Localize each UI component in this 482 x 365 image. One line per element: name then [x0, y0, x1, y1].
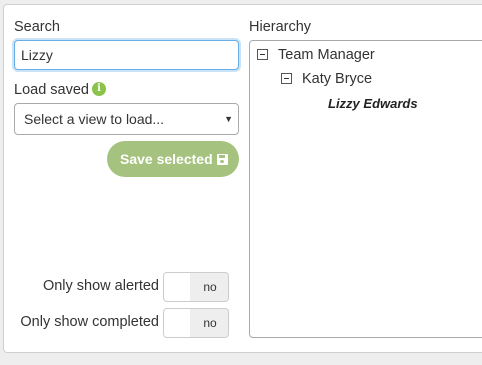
floppy-disk-icon	[216, 154, 228, 165]
filter-panel: Search Load saved i Select a view to loa…	[3, 4, 482, 353]
collapse-icon[interactable]	[257, 49, 268, 60]
collapse-icon[interactable]	[281, 73, 292, 84]
save-selected-label: Save selected	[120, 151, 213, 167]
search-label: Search	[14, 19, 60, 35]
tree-node-katy-bryce[interactable]: Katy Bryce	[281, 71, 372, 87]
hierarchy-label: Hierarchy	[249, 19, 312, 35]
only-show-completed-state: no	[190, 309, 228, 337]
hierarchy-tree: Team Manager Katy Bryce Lizzy Edwards	[249, 40, 482, 338]
load-view-select[interactable]: Select a view to load... ▼	[14, 103, 239, 135]
tree-node-lizzy-edwards[interactable]: Lizzy Edwards	[328, 96, 418, 111]
only-show-completed-toggle[interactable]: no	[163, 308, 229, 338]
only-show-alerted-label: Only show alerted	[42, 278, 159, 294]
save-selected-button[interactable]: Save selected	[107, 141, 239, 177]
info-icon[interactable]: i	[92, 82, 106, 96]
only-show-alerted-toggle[interactable]: no	[163, 272, 229, 302]
dropdown-arrow-icon: ▼	[224, 114, 233, 124]
search-input[interactable]	[14, 40, 239, 70]
only-show-completed-label: Only show completed	[20, 314, 159, 330]
only-show-alerted-state: no	[190, 273, 228, 301]
load-saved-label: Load saved	[14, 82, 89, 98]
tree-node-label: Team Manager	[278, 47, 375, 63]
tree-node-label: Katy Bryce	[302, 71, 373, 87]
load-view-select-value: Select a view to load...	[24, 111, 165, 127]
tree-node-team-manager[interactable]: Team Manager	[257, 47, 375, 63]
